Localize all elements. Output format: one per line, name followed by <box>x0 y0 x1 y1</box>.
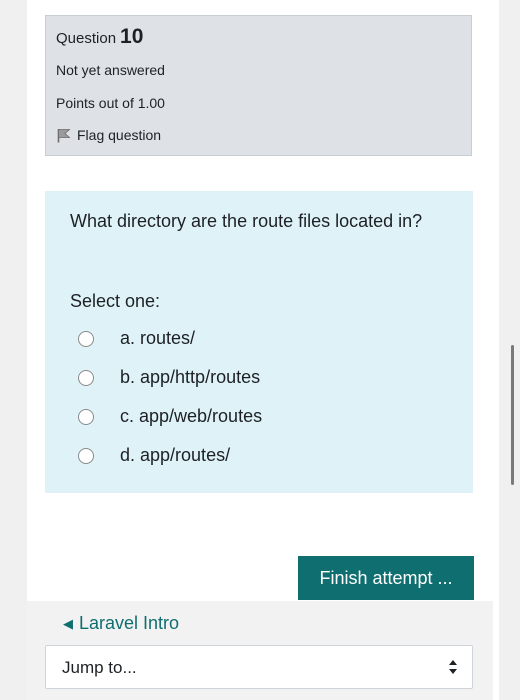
activity-navigation: ◀ Laravel Intro Jump to... <box>27 601 493 700</box>
answer-option-label[interactable]: a. routes/ <box>120 328 195 349</box>
select-arrows-icon <box>449 660 457 674</box>
triangle-left-icon: ◀ <box>63 615 73 631</box>
flag-question-label: Flag question <box>77 127 162 143</box>
radio-button[interactable] <box>78 330 94 347</box>
answer-option-d[interactable]: d. app/routes/ <box>78 436 262 475</box>
question-state: Not yet answered <box>56 62 165 78</box>
jump-to-select[interactable]: Jump to... <box>45 645 473 689</box>
radio-button[interactable] <box>78 447 94 464</box>
question-label: Question <box>56 30 117 47</box>
scrollbar[interactable] <box>511 345 514 485</box>
question-number-value: 10 <box>120 25 144 48</box>
flag-question-link[interactable]: Flag question <box>56 127 161 143</box>
question-text: What directory are the route files locat… <box>70 211 423 231</box>
question-info-box: Question 10 Not yet answered Points out o… <box>45 15 472 156</box>
radio-button[interactable] <box>78 408 94 425</box>
radio-button[interactable] <box>78 369 94 386</box>
answer-prompt: Select one: <box>70 291 161 311</box>
flag-icon <box>57 128 71 142</box>
previous-activity-label[interactable]: Laravel Intro <box>79 613 179 634</box>
question-grade: Points out of 1.00 <box>56 95 165 111</box>
previous-activity-link[interactable]: ◀ Laravel Intro <box>63 613 179 634</box>
finish-attempt-button[interactable]: Finish attempt ... <box>298 556 474 600</box>
answer-option-label[interactable]: b. app/http/routes <box>120 367 260 388</box>
answer-option-c[interactable]: c. app/web/routes <box>78 397 262 436</box>
answer-options: a. routes/ b. app/http/routes c. app/web… <box>78 319 262 475</box>
question-formulation: What directory are the route files locat… <box>45 191 473 493</box>
jump-to-label: Jump to... <box>62 658 137 677</box>
question-number: Question 10 <box>56 25 143 49</box>
answer-option-b[interactable]: b. app/http/routes <box>78 358 262 397</box>
answer-option-label[interactable]: d. app/routes/ <box>120 445 230 466</box>
answer-option-label[interactable]: c. app/web/routes <box>120 406 262 427</box>
answer-option-a[interactable]: a. routes/ <box>78 319 262 358</box>
